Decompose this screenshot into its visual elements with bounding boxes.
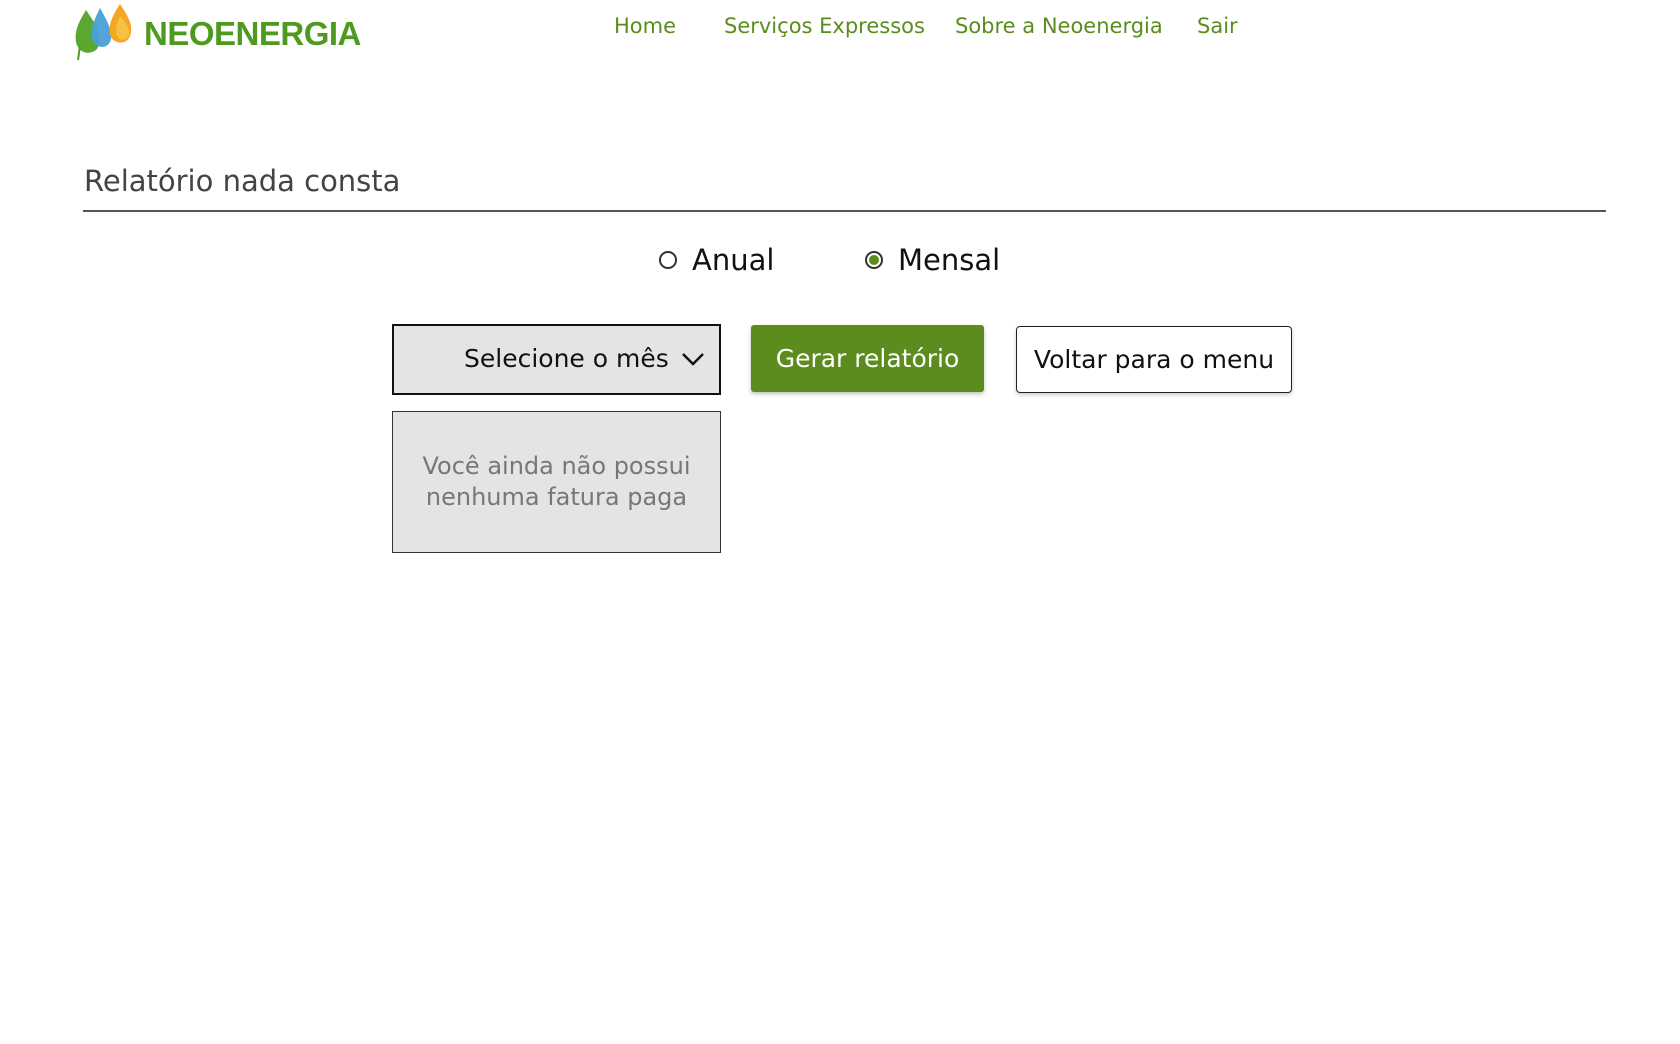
chevron-down-icon (682, 353, 704, 366)
nav-sobre-neoenergia[interactable]: Sobre a Neoenergia (955, 14, 1163, 38)
month-select[interactable]: Selecione o mês (392, 324, 721, 395)
radio-mensal[interactable]: Mensal (865, 238, 1000, 282)
radio-mensal-indicator[interactable] (865, 251, 883, 269)
neoenergia-logo[interactable]: NEOENERGIA (72, 2, 361, 60)
month-select-value: Selecione o mês (464, 344, 669, 373)
nav-sair[interactable]: Sair (1197, 14, 1238, 38)
title-divider (83, 210, 1606, 212)
radio-anual-indicator[interactable] (659, 251, 677, 269)
empty-invoices-notice: Você ainda não possui nenhuma fatura pag… (392, 411, 721, 553)
radio-anual[interactable]: Anual (659, 238, 774, 282)
page-title: Relatório nada consta (84, 164, 401, 198)
generate-report-button[interactable]: Gerar relatório (751, 325, 984, 392)
neoenergia-drops-icon (75, 4, 132, 60)
nav-home[interactable]: Home (614, 14, 676, 38)
back-to-menu-button[interactable]: Voltar para o menu (1016, 326, 1292, 393)
radio-mensal-label: Mensal (898, 243, 1001, 277)
empty-invoices-text: Você ainda não possui nenhuma fatura pag… (422, 452, 691, 511)
page: NEOENERGIA Home Serviços Expressos Sobre… (0, 0, 1680, 1044)
nav-servicos-expressos[interactable]: Serviços Expressos (724, 14, 925, 38)
radio-anual-label: Anual (692, 243, 775, 277)
logo-text: NEOENERGIA (144, 14, 361, 52)
